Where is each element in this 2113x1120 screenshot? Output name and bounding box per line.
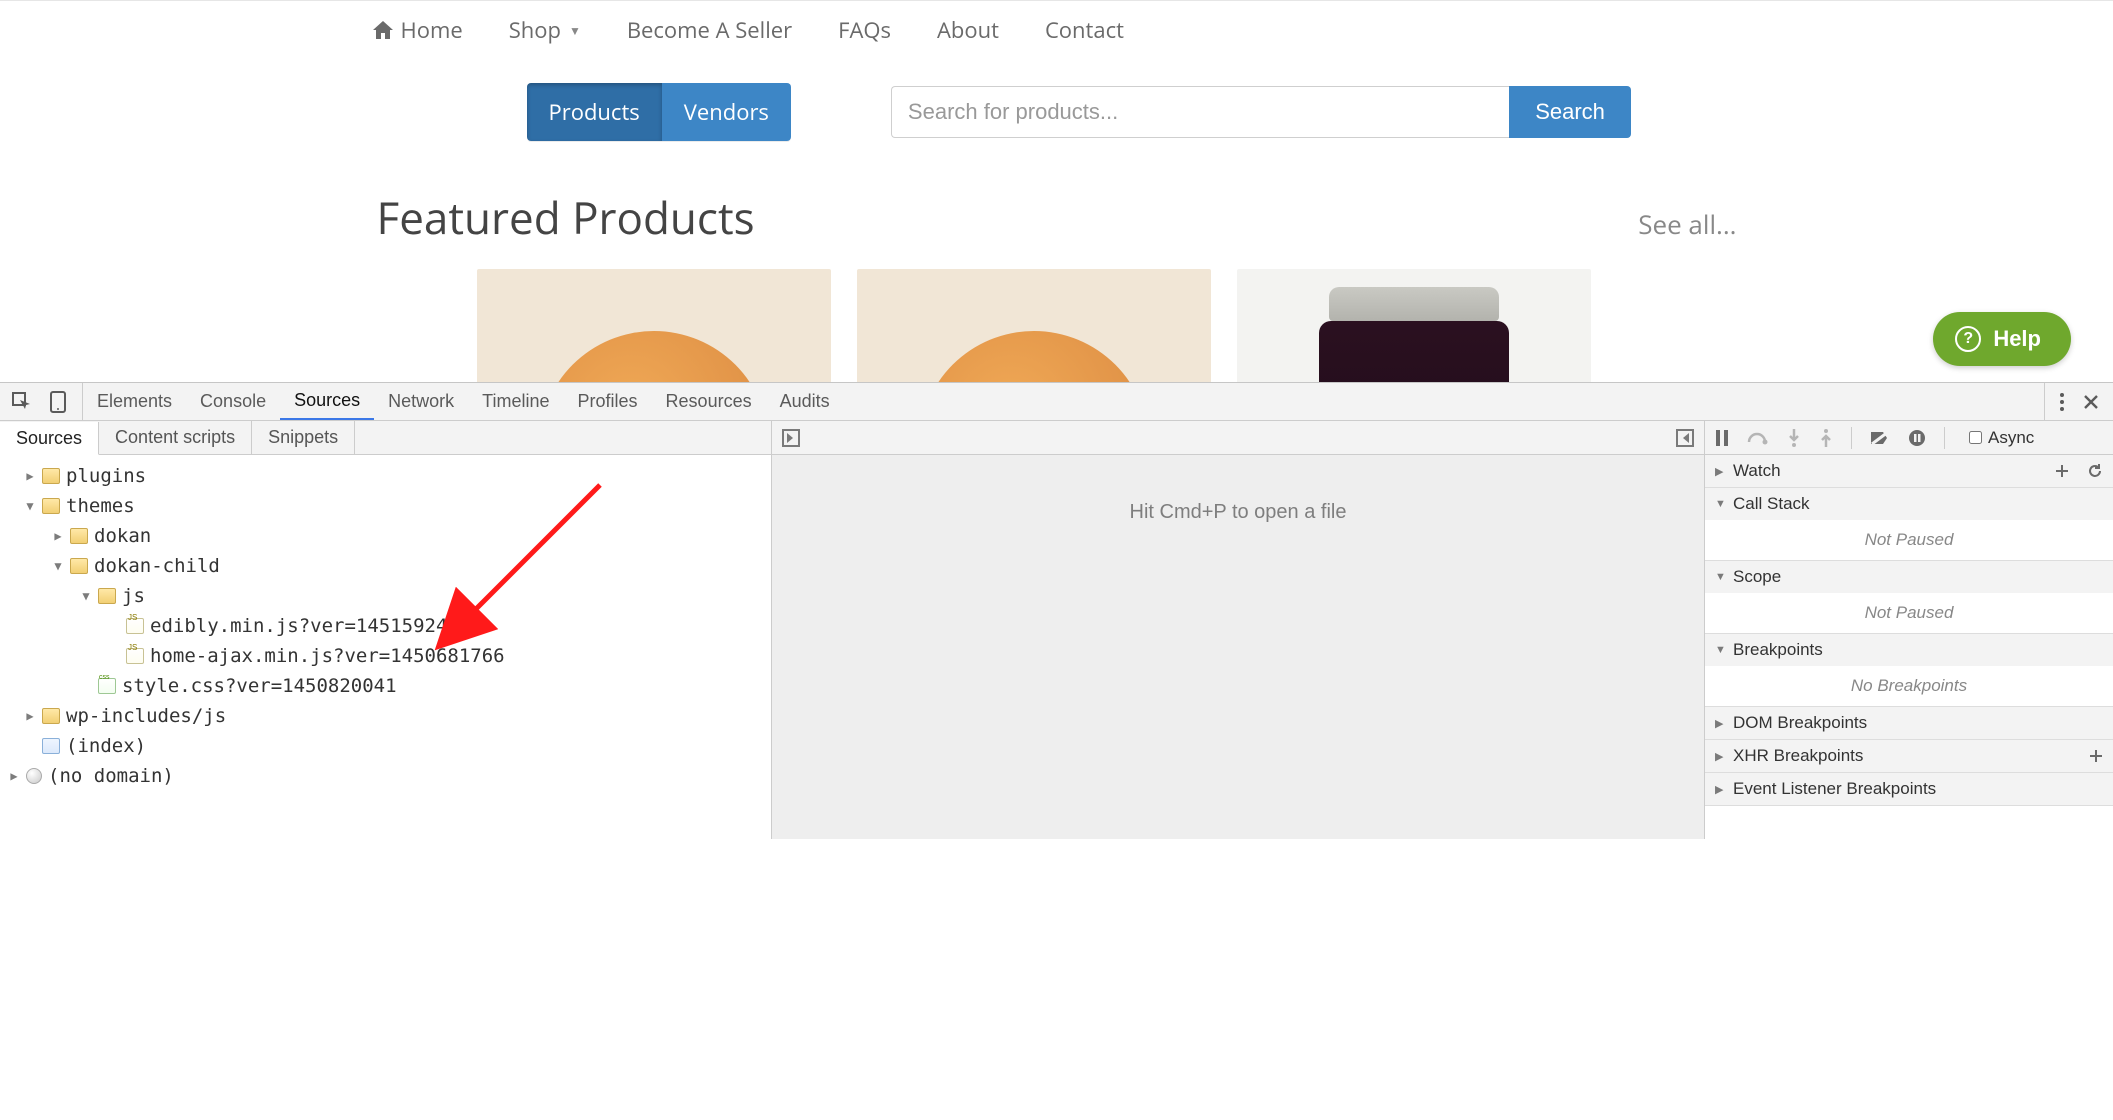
- tree-folder-plugins[interactable]: ▶plugins: [4, 461, 771, 491]
- tree-no-domain[interactable]: ▶(no domain): [4, 761, 771, 791]
- search-button[interactable]: Search: [1509, 86, 1631, 138]
- main-nav: Home Shop ▼ Become A Seller FAQs About C…: [367, 1, 1747, 59]
- tree-folder-themes[interactable]: ▼themes: [4, 491, 771, 521]
- js-file-icon: [126, 618, 144, 634]
- tab-audits[interactable]: Audits: [766, 383, 844, 420]
- tree-folder-js[interactable]: ▼js: [4, 581, 771, 611]
- tree-file-edibly[interactable]: edibly.min.js?ver=1451592490: [4, 611, 771, 641]
- tree-folder-wp-includes[interactable]: ▶wp-includes/js: [4, 701, 771, 731]
- html-file-icon: [42, 738, 60, 754]
- nav-home[interactable]: Home: [373, 15, 463, 45]
- section-call-stack: ▼Call Stack Not Paused: [1705, 488, 2113, 561]
- tab-resources[interactable]: Resources: [652, 383, 766, 420]
- show-debugger-icon[interactable]: [1676, 429, 1694, 447]
- section-xhr-breakpoints: ▶XHR Breakpoints: [1705, 740, 2113, 773]
- source-editor: Hit Cmd+P to open a file: [772, 421, 1705, 839]
- search-row: Products Vendors Search: [367, 59, 1747, 169]
- website-area: Home Shop ▼ Become A Seller FAQs About C…: [0, 0, 2113, 383]
- scope-body: Not Paused: [1705, 593, 2113, 633]
- section-event-listener-breakpoints: ▶Event Listener Breakpoints: [1705, 773, 2113, 806]
- refresh-icon[interactable]: [2087, 463, 2103, 479]
- add-xhr-bp-icon[interactable]: [2089, 749, 2103, 763]
- subtab-snippets[interactable]: Snippets: [252, 421, 355, 454]
- search-input[interactable]: [891, 86, 1509, 138]
- tab-elements[interactable]: Elements: [83, 383, 186, 420]
- device-icon[interactable]: [50, 391, 66, 413]
- step-out-icon[interactable]: [1819, 429, 1833, 447]
- tree-folder-dokan-child[interactable]: ▼dokan-child: [4, 551, 771, 581]
- nav-shop[interactable]: Shop ▼: [509, 15, 581, 45]
- nav-contact[interactable]: Contact: [1045, 15, 1124, 45]
- close-icon[interactable]: [2083, 394, 2099, 410]
- product-row: [367, 269, 1747, 383]
- tab-profiles[interactable]: Profiles: [564, 383, 652, 420]
- help-label: Help: [1993, 326, 2041, 352]
- section-dom-breakpoints: ▶DOM Breakpoints: [1705, 707, 2113, 740]
- tree-file-style-css[interactable]: style.css?ver=1450820041: [4, 671, 771, 701]
- pause-icon[interactable]: [1715, 430, 1729, 446]
- nav-home-label: Home: [401, 15, 463, 45]
- debugger-toolbar: Async: [1705, 421, 2113, 455]
- tab-network[interactable]: Network: [374, 383, 468, 420]
- folder-icon: [42, 498, 60, 514]
- folder-icon: [70, 558, 88, 574]
- step-into-icon[interactable]: [1787, 429, 1801, 447]
- nav-about[interactable]: About: [937, 15, 999, 45]
- subtab-sources[interactable]: Sources: [0, 422, 99, 455]
- debugger-sidebar: Async ▶Watch ▼Call Stack Not Paused ▼Sco…: [1705, 421, 2113, 839]
- section-watch: ▶Watch: [1705, 455, 2113, 488]
- featured-header: Featured Products See all...: [367, 169, 1747, 269]
- devtools: Elements Console Sources Network Timelin…: [0, 382, 2113, 839]
- devtools-tabbar: Elements Console Sources Network Timelin…: [0, 383, 2113, 421]
- file-tree: ▶plugins ▼themes ▶dokan ▼dokan-child ▼js…: [0, 455, 771, 791]
- section-breakpoints: ▼Breakpoints No Breakpoints: [1705, 634, 2113, 707]
- show-navigator-icon[interactable]: [782, 429, 800, 447]
- call-stack-body: Not Paused: [1705, 520, 2113, 560]
- segment-vendors[interactable]: Vendors: [662, 83, 791, 141]
- tab-timeline[interactable]: Timeline: [468, 383, 563, 420]
- search-form: Search: [891, 86, 1631, 138]
- breakpoints-body: No Breakpoints: [1705, 666, 2113, 706]
- step-over-icon[interactable]: [1747, 430, 1769, 446]
- js-file-icon: [126, 648, 144, 664]
- async-checkbox[interactable]: [1969, 431, 1982, 444]
- folder-icon: [70, 528, 88, 544]
- help-button[interactable]: ? Help: [1933, 312, 2071, 366]
- globe-icon: [26, 768, 42, 784]
- see-all-link[interactable]: See all...: [1638, 206, 1736, 242]
- product-card[interactable]: [1237, 269, 1591, 383]
- product-card[interactable]: [477, 269, 831, 383]
- search-scope-toggle: Products Vendors: [527, 83, 791, 141]
- nav-become-seller[interactable]: Become A Seller: [627, 15, 792, 45]
- inspect-icon[interactable]: [12, 392, 32, 412]
- segment-products[interactable]: Products: [527, 83, 662, 141]
- question-icon: ?: [1955, 326, 1981, 352]
- home-icon: [373, 21, 393, 39]
- deactivate-breakpoints-icon[interactable]: [1870, 430, 1890, 446]
- tab-sources[interactable]: Sources: [280, 383, 374, 420]
- sources-navigator: Sources Content scripts Snippets ▶plugin…: [0, 421, 772, 839]
- featured-title: Featured Products: [377, 187, 755, 247]
- folder-icon: [98, 588, 116, 604]
- async-toggle[interactable]: Async: [1969, 428, 2034, 448]
- product-card[interactable]: [857, 269, 1211, 383]
- kebab-menu-icon[interactable]: [2059, 392, 2065, 412]
- tree-folder-dokan[interactable]: ▶dokan: [4, 521, 771, 551]
- subtab-content-scripts[interactable]: Content scripts: [99, 421, 252, 454]
- pause-on-exceptions-icon[interactable]: [1908, 429, 1926, 447]
- nav-faqs[interactable]: FAQs: [838, 15, 891, 45]
- tree-file-index[interactable]: (index): [4, 731, 771, 761]
- sources-subtabs: Sources Content scripts Snippets: [0, 421, 771, 455]
- css-file-icon: [98, 678, 116, 694]
- folder-icon: [42, 468, 60, 484]
- editor-hint: Hit Cmd+P to open a file: [772, 455, 1704, 524]
- tab-console[interactable]: Console: [186, 383, 280, 420]
- section-scope: ▼Scope Not Paused: [1705, 561, 2113, 634]
- tree-file-home-ajax[interactable]: home-ajax.min.js?ver=1450681766: [4, 641, 771, 671]
- caret-down-icon: ▼: [569, 22, 581, 39]
- folder-icon: [42, 708, 60, 724]
- nav-shop-label: Shop: [509, 15, 561, 45]
- add-watch-icon[interactable]: [2055, 464, 2069, 478]
